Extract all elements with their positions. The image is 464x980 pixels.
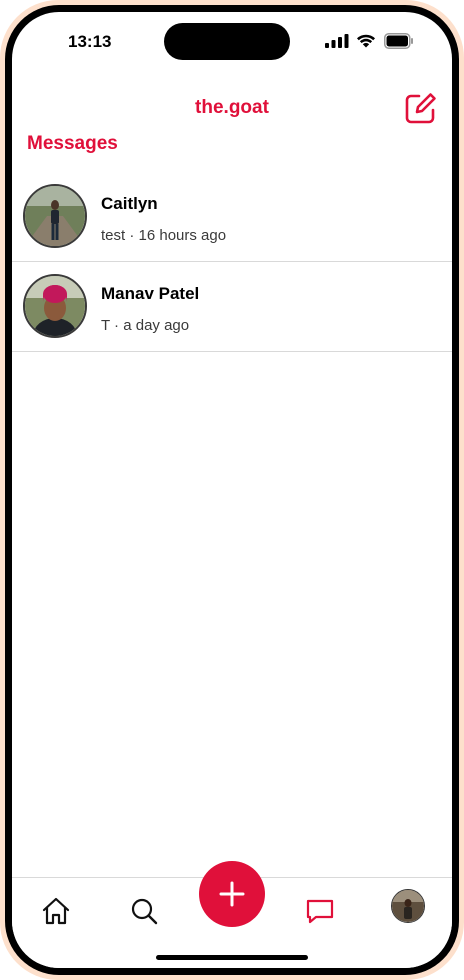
dynamic-island [164,23,290,60]
conversation-row-caitlyn[interactable]: Caitlyn test · 16 hours ago [12,172,452,262]
conversation-name: Caitlyn [101,194,158,213]
plus-icon [219,881,245,907]
conversation-list: Caitlyn test · 16 hours ago Manav Patel … [12,172,452,352]
conversation-row-manav-patel[interactable]: Manav Patel T · a day ago [12,262,452,352]
battery-icon [384,33,413,49]
profile-avatar[interactable] [391,889,425,923]
app-title: the.goat [195,97,269,118]
status-bar: 13:13 [12,12,452,72]
home-icon[interactable] [41,896,71,926]
signal-icon [325,34,349,48]
compose-icon[interactable] [404,91,438,125]
chat-icon[interactable] [305,896,335,926]
messages-title: Messages [27,133,118,154]
conversation-name: Manav Patel [101,284,200,303]
conversation-preview: T · a day ago [101,317,190,334]
search-icon[interactable] [129,896,159,926]
create-button[interactable] [199,861,265,927]
home-indicator [156,955,308,960]
status-time: 13:13 [68,32,112,51]
wifi-icon [357,34,375,48]
avatar [23,184,87,248]
avatar [23,274,87,338]
app-screen: 13:13 the.goat Messages Caitlyn test · 1… [12,12,452,968]
conversation-preview: test · 16 hours ago [101,227,227,244]
